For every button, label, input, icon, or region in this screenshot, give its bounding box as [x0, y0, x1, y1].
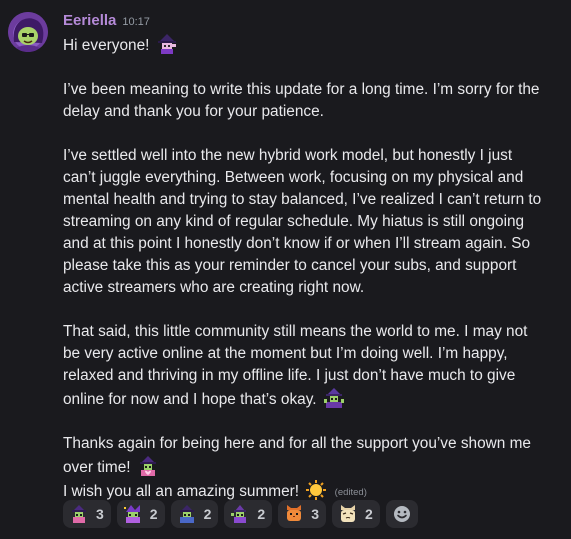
reaction-witch-party[interactable]: 2: [116, 500, 165, 528]
message-line: and at this point I honestly don’t know …: [63, 235, 531, 252]
reaction-orange-cat[interactable]: 3: [278, 500, 326, 528]
reaction-cream-cat[interactable]: 2: [331, 500, 380, 528]
witch-shrug-emoji-icon[interactable]: [323, 387, 345, 409]
message-line: I’ve been meaning to write this update f…: [63, 81, 540, 98]
add-reaction-smiley-icon: [393, 506, 410, 522]
message-line: I’ve settled well into the new hybrid wo…: [63, 147, 513, 164]
witch-hug-emoji-icon: [179, 505, 194, 523]
sun-emoji-icon[interactable]: [305, 479, 327, 501]
message-line: online for now and I hope that’s okay.: [63, 387, 563, 411]
author-name[interactable]: Eeriella: [63, 12, 116, 29]
message-content: Hi everyone! I’ve been meaning to write …: [63, 33, 563, 504]
reaction-count: 3: [311, 506, 319, 522]
witch-heart-emoji-icon[interactable]: [137, 455, 159, 477]
message-line: active streamers who are creating right …: [63, 279, 365, 296]
reaction-witch-dance[interactable]: 2: [224, 500, 273, 528]
message-header: Eeriella 10:17: [63, 12, 150, 32]
reaction-count: 2: [203, 506, 212, 522]
reaction-count: 2: [149, 506, 158, 522]
reaction-witch-hug[interactable]: 2: [170, 500, 219, 528]
witch-wave-emoji-icon[interactable]: [156, 33, 178, 55]
witch-party-emoji-icon: [123, 505, 140, 523]
cream-cat-emoji-icon: [340, 505, 355, 522]
message-line: over time!: [63, 455, 563, 479]
message-line: streaming on any kind of regular schedul…: [63, 213, 525, 230]
witch-dance-emoji-icon: [231, 505, 247, 523]
add-reaction-button[interactable]: [385, 500, 418, 528]
message-line: That said, this little community still m…: [63, 323, 528, 340]
reaction-count: 3: [96, 506, 104, 522]
reaction-count: 2: [364, 506, 373, 522]
witch-heart-emoji-icon: [72, 505, 86, 523]
message-line: delay and thank you for your patience.: [63, 103, 324, 120]
orange-cat-emoji-icon: [287, 505, 302, 521]
message-line: relaxed and thriving in my offline life.…: [63, 367, 516, 384]
message-line: please take this as your reminder to can…: [63, 257, 517, 274]
message-timestamp[interactable]: 10:17: [122, 16, 150, 28]
message-line: be very active online at the moment but …: [63, 345, 508, 362]
message-line: can’t juggle everything. Between work, f…: [63, 169, 524, 186]
purple-witch-avatar-icon: [8, 12, 48, 52]
reactions-bar: 3 2 2 2 3 2: [63, 500, 418, 528]
chat-message: Eeriella 10:17 Hi everyone! I’ve been me…: [0, 0, 571, 539]
edited-label: (edited): [334, 487, 367, 498]
reaction-witch-heart[interactable]: 3: [63, 500, 111, 528]
message-line: mental health and trying to stay balance…: [63, 191, 542, 208]
reaction-count: 2: [257, 506, 266, 522]
user-avatar[interactable]: [8, 12, 48, 52]
message-line: Hi everyone!: [63, 33, 563, 57]
message-line: Thanks again for being here and for all …: [63, 435, 531, 452]
